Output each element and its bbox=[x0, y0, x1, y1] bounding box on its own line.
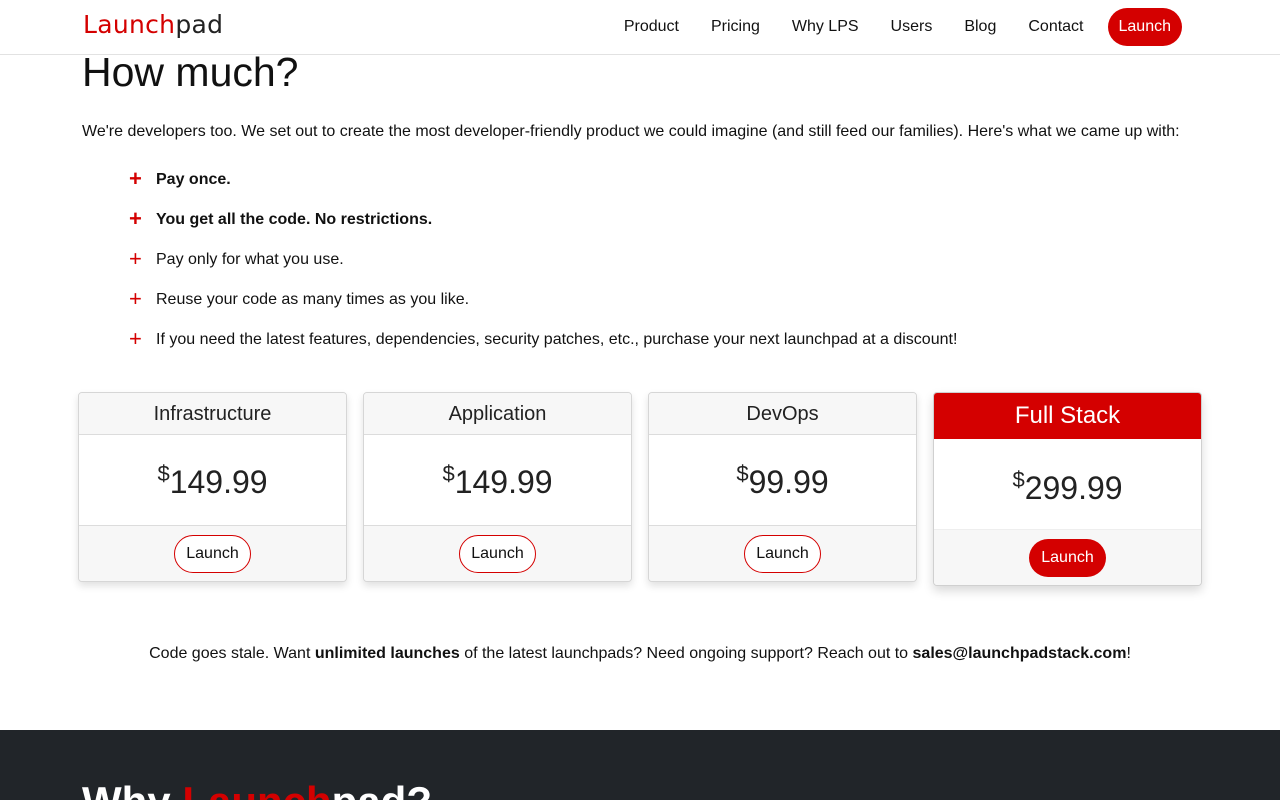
note-emphasis: unlimited launches bbox=[314, 645, 460, 662]
feature-item: + Pay only for what you use. bbox=[129, 245, 1202, 272]
plan-footer: Launch bbox=[79, 525, 346, 581]
site-header: Launchpad Product Pricing Why LPS Users … bbox=[0, 0, 1280, 55]
feature-text: Reuse your code as many times as you lik… bbox=[156, 291, 470, 308]
note-text: ! bbox=[1126, 645, 1131, 662]
nav-users[interactable]: Users bbox=[891, 18, 933, 36]
price-value: 149.99 bbox=[454, 464, 553, 500]
plan-name: DevOps bbox=[649, 393, 916, 435]
feature-text: If you need the latest features, depende… bbox=[156, 331, 958, 348]
why-title-accent: Launch bbox=[182, 778, 331, 800]
feature-text: Pay only for what you use. bbox=[156, 251, 344, 268]
feature-item: + Pay once. bbox=[129, 165, 1202, 192]
plus-icon: + bbox=[129, 245, 142, 271]
plan-price: $149.99 bbox=[364, 435, 631, 527]
launch-full-stack-button[interactable]: Launch bbox=[1029, 539, 1106, 577]
main-nav: Product Pricing Why LPS Users Blog Conta… bbox=[624, 8, 1182, 46]
logo-rest-text: pad bbox=[175, 10, 224, 39]
plus-icon: + bbox=[129, 325, 142, 351]
note-text: Code goes stale. Want bbox=[149, 645, 315, 662]
plan-price: $99.99 bbox=[649, 435, 916, 527]
plus-icon: + bbox=[129, 205, 142, 231]
plus-icon: + bbox=[129, 285, 142, 311]
price-value: 99.99 bbox=[748, 464, 829, 500]
feature-list: + Pay once. + You get all the code. No res… bbox=[129, 165, 1202, 352]
plan-name: Application bbox=[364, 393, 631, 435]
why-title-start: Why bbox=[82, 778, 182, 800]
launch-infrastructure-button[interactable]: Launch bbox=[174, 535, 251, 573]
plan-footer: Launch bbox=[649, 525, 916, 581]
why-section: Why Launchpad? bbox=[0, 730, 1280, 800]
feature-item: + You get all the code. No restrictions. bbox=[129, 205, 1202, 232]
launch-devops-button[interactable]: Launch bbox=[744, 535, 821, 573]
logo[interactable]: Launchpad bbox=[83, 10, 223, 39]
note-text: of the latest launchpads? Need ongoing s… bbox=[459, 645, 913, 662]
plan-card-application: Application $149.99 Launch bbox=[363, 392, 632, 582]
pricing-intro: We're developers too. We set out to crea… bbox=[82, 123, 1180, 140]
price-value: 149.99 bbox=[169, 464, 268, 500]
pricing-cards: Infrastructure $149.99 Launch Applicatio… bbox=[78, 392, 1202, 592]
page-title: How much? bbox=[82, 49, 299, 95]
nav-contact[interactable]: Contact bbox=[1028, 18, 1083, 36]
nav-product[interactable]: Product bbox=[624, 18, 679, 36]
plan-card-devops: DevOps $99.99 Launch bbox=[648, 392, 917, 582]
currency-symbol: $ bbox=[736, 461, 749, 486]
plan-footer: Launch bbox=[364, 525, 631, 581]
feature-text: You get all the code. No restrictions. bbox=[156, 211, 433, 228]
plan-name: Full Stack bbox=[934, 393, 1201, 439]
currency-symbol: $ bbox=[157, 461, 170, 486]
pricing-section: How much? We're developers too. We set o… bbox=[82, 48, 1202, 368]
why-title-rest: pad? bbox=[332, 778, 432, 800]
plan-price: $149.99 bbox=[79, 435, 346, 527]
launch-application-button[interactable]: Launch bbox=[459, 535, 536, 573]
feature-item: + If you need the latest features, depend… bbox=[129, 325, 1202, 352]
nav-pricing[interactable]: Pricing bbox=[711, 18, 760, 36]
plan-card-full-stack: Full Stack $299.99 Launch bbox=[933, 392, 1202, 586]
feature-text: Pay once. bbox=[156, 171, 231, 188]
plan-price: $299.99 bbox=[934, 439, 1201, 531]
plan-card-infrastructure: Infrastructure $149.99 Launch bbox=[78, 392, 347, 582]
currency-symbol: $ bbox=[1012, 467, 1025, 492]
plan-footer: Launch bbox=[934, 529, 1201, 585]
nav-launch-button[interactable]: Launch bbox=[1107, 8, 1182, 46]
why-title: Why Launchpad? bbox=[82, 778, 432, 800]
plus-icon: + bbox=[129, 165, 142, 191]
price-value: 299.99 bbox=[1024, 470, 1123, 506]
nav-why-lps[interactable]: Why LPS bbox=[792, 18, 859, 36]
sales-email[interactable]: sales@launchpadstack.com bbox=[913, 645, 1127, 662]
nav-blog[interactable]: Blog bbox=[964, 18, 996, 36]
contact-note: Code goes stale. Want unlimited launches… bbox=[0, 642, 1280, 666]
plan-name: Infrastructure bbox=[79, 393, 346, 435]
logo-accent-text: Launch bbox=[83, 10, 176, 39]
currency-symbol: $ bbox=[442, 461, 455, 486]
feature-item: + Reuse your code as many times as you li… bbox=[129, 285, 1202, 312]
